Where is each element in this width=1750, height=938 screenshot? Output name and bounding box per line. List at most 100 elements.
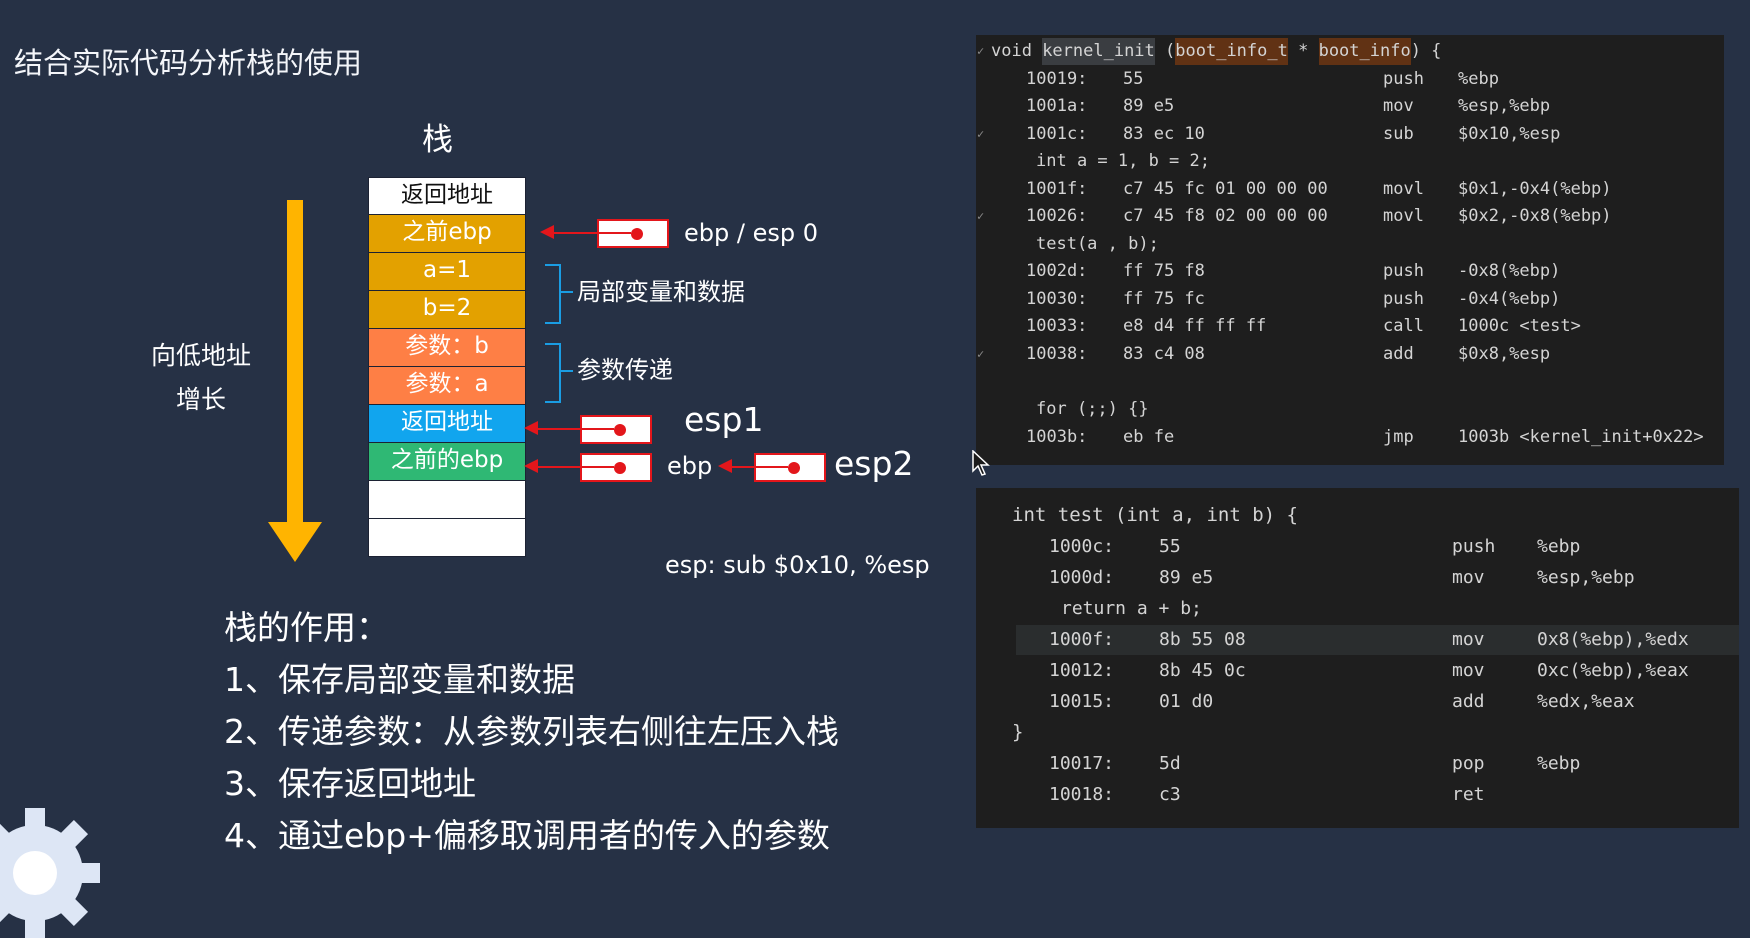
register-box-ebp-esp0 [597,219,669,248]
stack-cell-empty [368,519,526,557]
asm-op: push [1383,261,1424,281]
usage-heading: 栈的作用： [224,608,389,647]
mouse-cursor-icon [972,450,990,476]
asm-args: %edx,%eax [1537,691,1635,712]
asm-op: mov [1452,629,1485,650]
asm-bytes: 01 d0 [1159,691,1214,712]
asm-op: sub [1383,124,1414,144]
asm-op: add [1383,344,1414,364]
usage-item: 2、传递参数：从参数列表右侧往左压入栈 [224,712,839,751]
stack-cell-a: a=1 [368,253,526,291]
asm-bytes: 89 e5 [1159,567,1214,588]
gear-icon [0,808,100,938]
usage-list: 栈的作用： 1、保存局部变量和数据 2、传递参数：从参数列表右侧往左压入栈 3、… [224,602,839,862]
source-line: int a = 1, b = 2; [1036,151,1210,171]
growth-arrow-head [268,522,322,562]
asm-args: -0x8(%ebp) [1458,261,1561,281]
brace-locals [545,264,561,324]
label-esp1: esp1 [684,400,764,439]
asm-line: 10033: [1026,316,1088,336]
asm-line: 10018: [1049,784,1115,805]
pointer-arrow-line [536,428,581,430]
stack-heading: 栈 [422,122,453,158]
stack-cell-param-b: 参数：b [368,329,526,367]
label-ebp: ebp [667,452,713,480]
brace-params-tick [561,370,573,372]
asm-op: mov [1452,660,1485,681]
label-sub-note: esp: sub $0x10, %esp [665,551,930,579]
label-params: 参数传递 [577,356,673,384]
asm-bytes: 8b 45 0c [1159,660,1246,681]
asm-bytes: 5d [1159,753,1181,774]
stack-cell-param-a: 参数：a [368,367,526,405]
asm-args: 1000c <test> [1458,316,1581,336]
stack-diagram: 返回地址 之前ebp a=1 b=2 参数：b 参数：a 返回地址 之前的ebp [368,177,526,557]
asm-args: $0x1,-0x4(%ebp) [1458,179,1612,199]
asm-op: movl [1383,179,1424,199]
asm-op: push [1383,289,1424,309]
asm-line: 1001c: [1026,124,1088,144]
stack-cell-return-address: 返回地址 [368,177,526,215]
direction-label-line2: 增长 [175,385,226,414]
asm-op: call [1383,316,1424,336]
label-locals: 局部变量和数据 [577,278,745,306]
code-header: int test (int a, int b) { [1012,504,1298,526]
asm-op: push [1452,536,1496,557]
asm-bytes: 89 e5 [1123,96,1175,116]
asm-line: 10026: [1026,206,1088,226]
asm-bytes: c3 [1159,784,1181,805]
usage-item: 1、保存局部变量和数据 [224,660,575,699]
fold-check-icon: ✓ [977,127,985,141]
source-line: } [1012,721,1024,743]
label-ebp-esp0: ebp / esp 0 [684,219,818,247]
asm-bytes: c7 45 fc 01 00 00 00 [1123,179,1328,199]
source-line: test(a , b); [1036,234,1159,254]
asm-op: mov [1383,96,1414,116]
asm-args: $0x8,%esp [1458,344,1551,364]
asm-line: 1000c: [1049,536,1115,557]
asm-line: 10015: [1049,691,1115,712]
pointer-arrow-line [536,466,581,468]
asm-args: -0x4(%ebp) [1458,289,1561,309]
asm-line: 10019: [1026,69,1088,89]
disassembly-panel-kernel-init[interactable]: void kernel_init (boot_info_t * boot_inf… [976,35,1724,465]
asm-bytes: 55 [1159,536,1181,557]
asm-line: 10038: [1026,344,1088,364]
slide-title: 结合实际代码分析栈的使用 [14,46,363,80]
asm-line: 10030: [1026,289,1088,309]
code-header: void kernel_init (boot_info_t * boot_inf… [991,38,1441,65]
asm-op: mov [1452,567,1485,588]
asm-line: 1002d: [1026,261,1088,281]
brace-locals-tick [561,291,573,293]
asm-bytes: 55 [1123,69,1144,89]
asm-args: $0x2,-0x8(%ebp) [1458,206,1612,226]
pointer-arrow-line [730,466,755,468]
direction-label-line1: 向低地址 [150,341,251,370]
asm-bytes: ff 75 fc [1123,289,1205,309]
asm-bytes: 8b 55 08 [1159,629,1246,650]
asm-bytes: c7 45 f8 02 00 00 00 [1123,206,1328,226]
asm-args: %esp,%ebp [1537,567,1635,588]
source-line: return a + b; [1061,598,1202,619]
asm-args: %ebp [1537,753,1581,774]
asm-bytes: e8 d4 ff ff ff [1123,316,1267,336]
asm-op: movl [1383,206,1424,226]
asm-bytes: 83 c4 08 [1123,344,1205,364]
disassembly-panel-test[interactable]: int test (int a, int b) { 1000c: 55 push… [976,488,1739,828]
stack-cell-return-address-2: 返回地址 [368,405,526,443]
source-line: for (;;) {} [1036,399,1149,419]
brace-params [545,343,561,403]
usage-item: 3、保存返回地址 [224,764,476,803]
asm-args: %esp,%ebp [1458,96,1551,116]
fold-check-icon: ✓ [977,347,985,361]
fold-check-icon: ✓ [977,44,985,58]
asm-line: 1000d: [1049,567,1115,588]
stack-cell-b: b=2 [368,291,526,329]
pointer-arrow-line [552,232,598,234]
asm-args: 0x8(%ebp),%edx [1537,629,1689,650]
asm-bytes: 83 ec 10 [1123,124,1205,144]
asm-args: $0x10,%esp [1458,124,1561,144]
asm-bytes: eb fe [1123,427,1175,447]
usage-item: 4、通过ebp+偏移取调用者的传入的参数 [224,816,830,855]
register-box-esp1 [580,415,652,444]
